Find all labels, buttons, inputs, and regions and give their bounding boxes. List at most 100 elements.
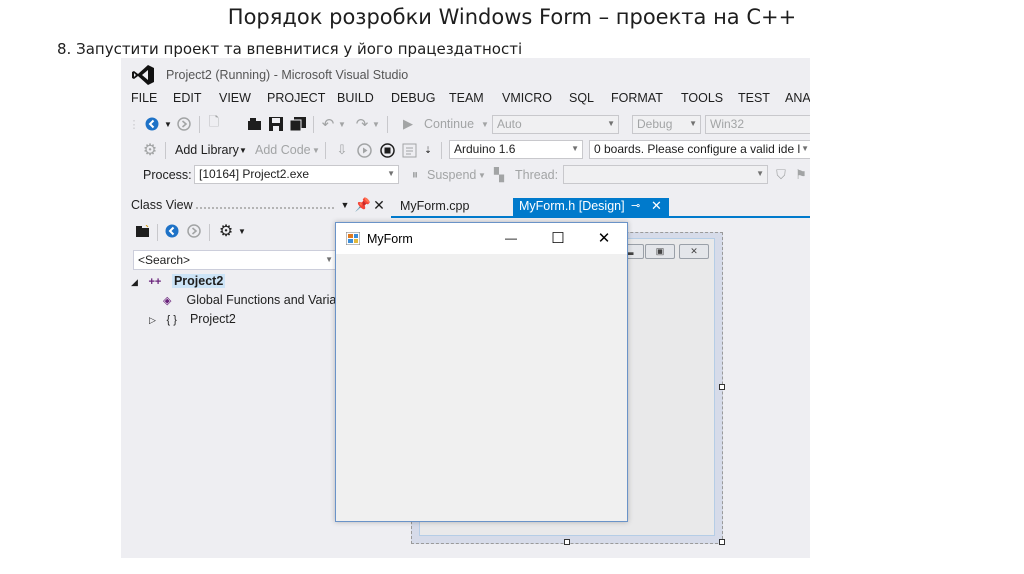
undo-dropdown-icon[interactable]: ▼ (337, 115, 347, 133)
continue-dropdown-icon[interactable]: ▼ (480, 115, 490, 133)
thread-label: Thread: (515, 168, 559, 182)
suspend-dropdown-icon[interactable]: ▼ (477, 166, 487, 184)
class-view-back-icon[interactable] (163, 222, 181, 240)
visual-studio-logo-icon (132, 65, 154, 85)
chevron-down-icon: ▼ (607, 119, 615, 128)
add-code-dropdown-icon[interactable]: ▼ (311, 141, 321, 159)
serial-monitor-icon[interactable] (400, 141, 418, 159)
save-icon[interactable] (267, 115, 285, 133)
menu-vmicro[interactable]: VMICRO (502, 91, 552, 105)
menu-test[interactable]: TEST (738, 91, 770, 105)
back-icon[interactable] (143, 115, 161, 133)
form-titlebar[interactable]: MyForm — ☐ ✕ (336, 223, 627, 254)
resize-handle-corner[interactable] (719, 539, 725, 545)
add-code-button[interactable]: Add Code (255, 143, 311, 157)
tab-myform-cpp[interactable]: MyForm.cpp (394, 198, 475, 216)
class-view-forward-icon[interactable] (185, 222, 203, 240)
back-dropdown-icon[interactable]: ▼ (163, 115, 173, 133)
menu-edit[interactable]: EDIT (173, 91, 201, 105)
search-placeholder: <Search> (138, 253, 191, 267)
panel-grip[interactable] (195, 206, 335, 210)
continue-play-icon[interactable]: ▶ (401, 115, 415, 133)
tree-item-global-functions[interactable]: ◈ Global Functions and Variab (163, 293, 343, 307)
menu-team[interactable]: TEAM (449, 91, 484, 105)
open-file-icon[interactable] (245, 115, 263, 133)
stop-debug-icon[interactable] (378, 141, 396, 159)
suspend-button[interactable]: Suspend (427, 168, 476, 182)
filter-icon[interactable]: ⛉ (773, 166, 789, 184)
standard-toolbar: ⋮ ▼ 🗋 ↶ ▼ ↷ ▼ ▶ Continue ▼ Auto ▼ Debug ▼ … (121, 112, 810, 136)
panel-close-icon[interactable]: ✕ (373, 197, 385, 213)
class-view-title: Class View (131, 198, 193, 212)
close-button[interactable]: ✕ (587, 227, 621, 249)
menu-format[interactable]: FORMAT (611, 91, 663, 105)
form-app-icon (346, 232, 360, 245)
tree-item-label: Global Functions and Variab (186, 293, 344, 307)
collapsed-arrow-icon[interactable]: ▷ (149, 315, 163, 326)
menu-project[interactable]: PROJECT (267, 91, 325, 105)
solution-config-select[interactable]: Debug ▼ (632, 115, 701, 134)
namespace-icon: { } (166, 314, 177, 326)
port-status-value: 0 boards. Please configure a valid ide l (594, 142, 801, 156)
menu-debug[interactable]: DEBUG (391, 91, 435, 105)
process-value: [10164] Project2.exe (199, 167, 310, 181)
menu-analyze[interactable]: ANA (785, 91, 810, 105)
form-client-area[interactable] (336, 254, 627, 521)
solution-config-value: Debug (637, 117, 673, 131)
minimize-button[interactable]: — (494, 227, 528, 249)
suspend-icon[interactable]: ⏸ (406, 166, 424, 184)
redo-icon[interactable]: ↷ (353, 115, 371, 133)
panel-pin-icon[interactable]: 📌 (355, 197, 371, 212)
resize-handle-right[interactable] (719, 384, 725, 390)
start-debug-icon[interactable] (355, 141, 373, 159)
window-title: Project2 (Running) - Microsoft Visual St… (166, 68, 409, 82)
expanded-arrow-icon[interactable]: ◢ (131, 277, 145, 288)
tab-myform-design[interactable]: MyForm.h [Design] ⊸ ✕ (513, 198, 669, 216)
toolbar-grip-icon: ⋮ (128, 119, 140, 131)
tree-item-namespace[interactable]: ▷ { } Project2 (149, 312, 236, 326)
settings-dropdown-icon[interactable]: ▼ (237, 222, 247, 240)
upload-icon[interactable]: ⇩ (333, 141, 351, 159)
save-all-icon[interactable] (289, 115, 307, 133)
class-view-search-input[interactable]: <Search> ▼ (133, 250, 337, 270)
thread-select[interactable]: ▼ (563, 165, 768, 184)
close-icon: ✕ (597, 230, 611, 247)
menu-sql[interactable]: SQL (569, 91, 594, 105)
tab-accent-strip (391, 216, 810, 218)
menu-file[interactable]: FILE (131, 91, 157, 105)
vmicro-toolbar: ⚙ Add Library ▼ Add Code ▼ ⇩ ⇣ Arduino 1… (121, 138, 810, 162)
form-title: MyForm (367, 232, 413, 246)
maximize-button[interactable]: ☐ (541, 227, 575, 249)
settings-gear-icon[interactable]: ⚙ (217, 222, 235, 240)
continue-button[interactable]: Continue (424, 117, 474, 131)
resize-handle-bottom[interactable] (564, 539, 570, 545)
overflow-icon[interactable]: ⇣ (422, 141, 434, 159)
board-select[interactable]: Arduino 1.6 ▼ (449, 140, 583, 159)
tab-label: MyForm.h [Design] (519, 199, 625, 213)
tab-pin-icon[interactable]: ⊸ (631, 199, 640, 212)
tree-item-label: Project2 (189, 312, 236, 326)
redo-dropdown-icon[interactable]: ▼ (371, 115, 381, 133)
process-select[interactable]: [10164] Project2.exe ▼ (194, 165, 399, 184)
tree-item-label: Project2 (171, 274, 226, 288)
menu-tools[interactable]: TOOLS (681, 91, 723, 105)
port-select[interactable]: 0 boards. Please configure a valid ide l… (589, 140, 810, 159)
menu-build[interactable]: BUILD (337, 91, 374, 105)
gear-icon[interactable]: ⚙ (141, 141, 159, 159)
add-library-button[interactable]: Add Library (175, 143, 239, 157)
flag-icon[interactable]: ⚑ (793, 166, 809, 184)
add-library-dropdown-icon[interactable]: ▼ (238, 141, 248, 159)
platform-value: Win32 (710, 117, 745, 131)
menu-view[interactable]: VIEW (219, 91, 251, 105)
forward-icon[interactable] (175, 115, 193, 133)
search-dropdown-icon[interactable]: ▼ (325, 255, 333, 264)
tab-close-icon[interactable]: ✕ (651, 198, 662, 214)
running-form-window[interactable]: MyForm — ☐ ✕ (335, 222, 628, 522)
undo-icon[interactable]: ↶ (319, 115, 337, 133)
new-project-icon[interactable]: 🗋 (205, 114, 223, 133)
platform-select[interactable]: Win32 (705, 115, 810, 134)
auto-config-select[interactable]: Auto ▼ (492, 115, 619, 134)
tree-item-project[interactable]: ◢ ++ Project2 (131, 274, 226, 288)
panel-menu-chevron-down-icon[interactable]: ▼ (339, 198, 351, 212)
new-folder-icon[interactable] (135, 222, 151, 240)
